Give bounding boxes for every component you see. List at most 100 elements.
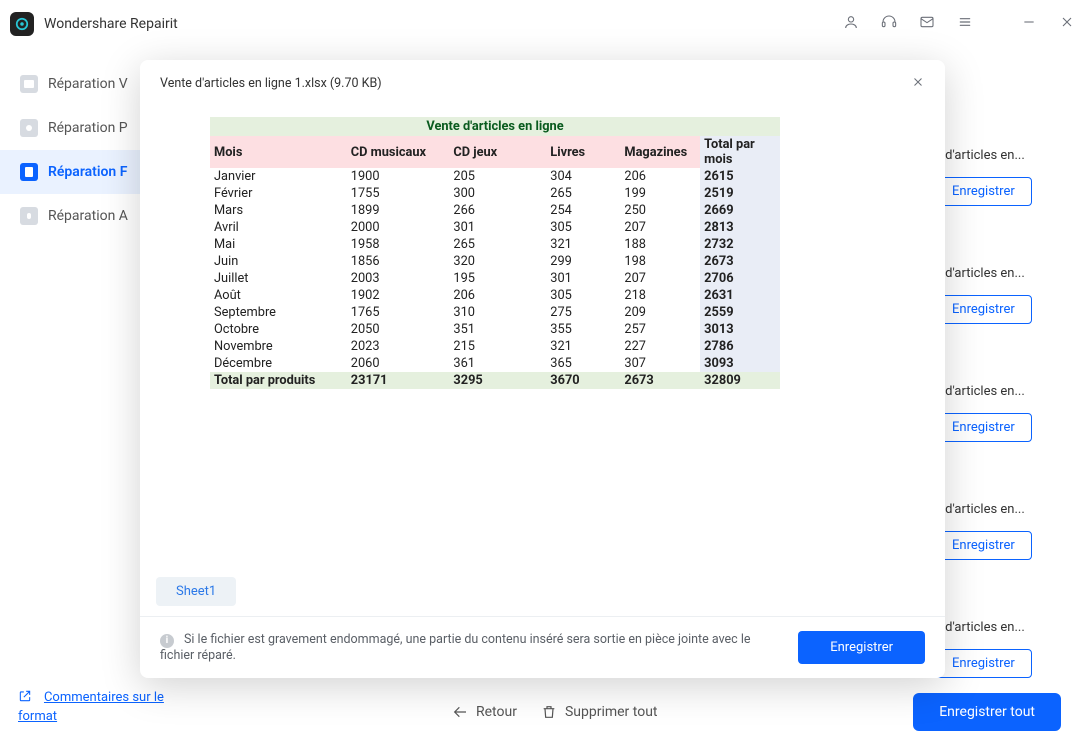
cell-mags: 207: [620, 270, 700, 287]
file-card-save-button[interactable]: Enregistrer: [935, 649, 1032, 678]
cell-livres: 305: [546, 219, 620, 236]
cell-livres: 321: [546, 236, 620, 253]
file-card: e d'articles en... Enregistrer: [935, 148, 1065, 206]
totals-cdm: 23171: [347, 372, 450, 389]
titlebar: Wondershare Repairit: [0, 0, 1085, 48]
file-card-save-button[interactable]: Enregistrer: [935, 177, 1032, 206]
app-logo-icon: [10, 12, 34, 36]
spreadsheet-preview: Vente d'articles en ligne Mois CD musica…: [210, 117, 780, 389]
file-card-save-button[interactable]: Enregistrer: [935, 413, 1032, 442]
account-icon[interactable]: [843, 14, 859, 34]
sheet-tab[interactable]: Sheet1: [156, 577, 236, 606]
menu-icon[interactable]: [957, 14, 973, 34]
close-icon: [911, 75, 925, 89]
trash-icon: [541, 704, 557, 720]
feedback-link[interactable]: Commentaires sur le format: [0, 672, 214, 752]
back-button[interactable]: Retour: [452, 704, 517, 720]
cell-month: Octobre: [210, 321, 347, 338]
modal-save-button[interactable]: Enregistrer: [798, 631, 925, 664]
cell-mags: 206: [620, 168, 700, 185]
file-card-name: e d'articles en...: [935, 148, 1065, 163]
cell-mags: 207: [620, 219, 700, 236]
cell-cdm: 2000: [347, 219, 450, 236]
cell-livres: 305: [546, 287, 620, 304]
cell-total: 2615: [700, 168, 780, 185]
cell-cdj: 300: [449, 185, 546, 202]
footer-note-text: Si le fichier est gravement endommagé, u…: [160, 632, 751, 663]
modal-close-button[interactable]: [911, 74, 925, 93]
file-card-save-button[interactable]: Enregistrer: [935, 295, 1032, 324]
table-row: Septembre17653102752092559: [210, 304, 780, 321]
file-card-name: e d'articles en...: [935, 384, 1065, 399]
support-icon[interactable]: [881, 14, 897, 34]
cell-mags: 257: [620, 321, 700, 338]
back-arrow-icon: [452, 704, 468, 720]
cell-cdj: 301: [449, 219, 546, 236]
delete-all-button[interactable]: Supprimer tout: [541, 704, 658, 720]
cell-month: Février: [210, 185, 347, 202]
minimize-icon[interactable]: [1021, 14, 1037, 34]
cell-month: Mai: [210, 236, 347, 253]
cell-livres: 265: [546, 185, 620, 202]
cell-cdm: 2050: [347, 321, 450, 338]
cell-cdj: 266: [449, 202, 546, 219]
modal-file-title: Vente d'articles en ligne 1.xlsx (9.70 K…: [160, 76, 911, 91]
modal-body[interactable]: Vente d'articles en ligne Mois CD musica…: [140, 107, 945, 567]
cell-month: Novembre: [210, 338, 347, 355]
cell-cdj: 351: [449, 321, 546, 338]
sidebar-item-label: Réparation F: [48, 164, 127, 180]
file-card: e d'articles en...Enregistrer: [935, 266, 1065, 324]
cell-month: Juin: [210, 253, 347, 270]
cell-livres: 254: [546, 202, 620, 219]
photo-icon: [20, 119, 38, 137]
cell-mags: 188: [620, 236, 700, 253]
totals-row: Total par produits 23171 3295 3670 2673 …: [210, 372, 780, 389]
cell-livres: 355: [546, 321, 620, 338]
cell-total: 2631: [700, 287, 780, 304]
feedback-label[interactable]: Commentaires sur le format: [18, 690, 164, 724]
cell-month: Mars: [210, 202, 347, 219]
mail-icon[interactable]: [919, 14, 935, 34]
cell-total: 2813: [700, 219, 780, 236]
cell-cdj: 215: [449, 338, 546, 355]
cell-cdm: 1765: [347, 304, 450, 321]
delete-all-label: Supprimer tout: [565, 704, 658, 720]
file-card-save-button[interactable]: Enregistrer: [935, 531, 1032, 560]
close-icon[interactable]: [1059, 14, 1075, 34]
cell-mags: 307: [620, 355, 700, 372]
save-all-button[interactable]: Enregistrer tout: [913, 693, 1061, 731]
col-header: Total par mois: [700, 136, 780, 168]
file-card-name: e d'articles en...: [935, 620, 1065, 635]
file-card: e d'articles en... Enregistrer: [935, 384, 1065, 442]
cell-mags: 218: [620, 287, 700, 304]
cell-cdj: 205: [449, 168, 546, 185]
external-link-icon: [18, 689, 32, 703]
cell-month: Janvier: [210, 168, 347, 185]
back-label: Retour: [476, 704, 517, 720]
preview-modal: Vente d'articles en ligne 1.xlsx (9.70 K…: [140, 60, 945, 678]
cell-cdj: 361: [449, 355, 546, 372]
file-card: e d'articles en... Enregistrer: [935, 502, 1065, 560]
totals-mags: 2673: [620, 372, 700, 389]
cell-cdm: 1958: [347, 236, 450, 253]
col-header: CD musicaux: [347, 136, 450, 168]
sidebar-item-label: Réparation A: [48, 208, 128, 224]
table-row: Février17553002651992519: [210, 185, 780, 202]
cell-mags: 209: [620, 304, 700, 321]
file-card-name: e d'articles en...: [935, 502, 1065, 517]
cell-month: Août: [210, 287, 347, 304]
cell-total: 3013: [700, 321, 780, 338]
col-header: Livres: [546, 136, 620, 168]
cell-cdj: 195: [449, 270, 546, 287]
cell-month: Septembre: [210, 304, 347, 321]
cell-cdj: 265: [449, 236, 546, 253]
cell-total: 2706: [700, 270, 780, 287]
cell-mags: 198: [620, 253, 700, 270]
cell-cdm: 2060: [347, 355, 450, 372]
table-row: Août19022063052182631: [210, 287, 780, 304]
cell-livres: 301: [546, 270, 620, 287]
cell-livres: 304: [546, 168, 620, 185]
app-title: Wondershare Repairit: [44, 16, 843, 32]
file-card: e d'articles en... Enregistrer: [935, 620, 1065, 678]
table-row: Mars18992662542502669: [210, 202, 780, 219]
